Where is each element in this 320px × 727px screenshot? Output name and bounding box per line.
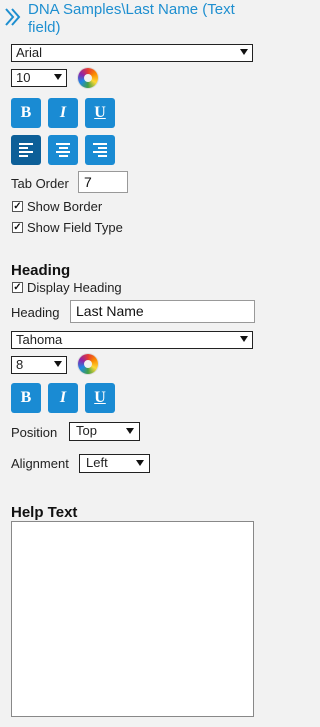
bold-button[interactable]: B bbox=[11, 98, 41, 128]
color-picker-icon[interactable] bbox=[78, 68, 98, 88]
align-center-button[interactable] bbox=[48, 135, 78, 165]
position-value: Top bbox=[76, 423, 97, 438]
tab-order-input[interactable]: 7 bbox=[78, 171, 128, 193]
heading-font-size-value: 8 bbox=[16, 357, 24, 372]
display-heading-label: Display Heading bbox=[27, 280, 122, 295]
heading-section-title: Heading bbox=[11, 262, 71, 279]
align-right-icon bbox=[93, 143, 107, 157]
heading-italic-button[interactable]: I bbox=[48, 383, 78, 413]
heading-color-picker-icon[interactable] bbox=[78, 354, 98, 374]
heading-font-family-select[interactable]: Tahoma bbox=[11, 331, 253, 349]
show-border-checkbox[interactable]: ✓ bbox=[12, 201, 23, 212]
chevron-down-icon bbox=[126, 428, 134, 434]
font-family-value: Arial bbox=[16, 45, 43, 60]
tab-order-label: Tab Order bbox=[11, 176, 69, 191]
show-field-type-label: Show Field Type bbox=[27, 220, 123, 235]
heading-underline-button[interactable]: U bbox=[85, 383, 115, 413]
underline-button[interactable]: U bbox=[85, 98, 115, 128]
panel-title: DNA Samples\Last Name (Text field) bbox=[28, 1, 235, 36]
font-size-value: 10 bbox=[16, 70, 31, 85]
alignment-value: Left bbox=[86, 455, 108, 470]
heading-text-input[interactable]: Last Name bbox=[70, 300, 255, 323]
chevron-down-icon bbox=[136, 460, 144, 466]
alignment-select[interactable]: Left bbox=[79, 454, 150, 473]
font-size-select[interactable]: 10 bbox=[11, 69, 67, 87]
collapse-panel-button[interactable] bbox=[3, 5, 23, 33]
double-chevron-right-icon bbox=[5, 8, 21, 26]
heading-bold-button[interactable]: B bbox=[11, 383, 41, 413]
position-select[interactable]: Top bbox=[69, 422, 140, 441]
position-label: Position bbox=[11, 425, 58, 440]
font-family-select[interactable]: Arial bbox=[11, 44, 253, 62]
align-left-button[interactable] bbox=[11, 135, 41, 165]
heading-text-label: Heading bbox=[11, 305, 60, 320]
chevron-down-icon bbox=[54, 361, 62, 367]
show-field-type-checkbox[interactable]: ✓ bbox=[12, 222, 23, 233]
display-heading-checkbox[interactable]: ✓ bbox=[12, 282, 23, 293]
heading-font-family-value: Tahoma bbox=[16, 332, 63, 347]
align-right-button[interactable] bbox=[85, 135, 115, 165]
chevron-down-icon bbox=[54, 74, 62, 80]
heading-font-size-select[interactable]: 8 bbox=[11, 356, 67, 374]
show-border-label: Show Border bbox=[27, 199, 103, 214]
chevron-down-icon bbox=[240, 49, 248, 55]
align-left-icon bbox=[19, 143, 33, 157]
help-text-title: Help Text bbox=[11, 504, 78, 521]
align-center-icon bbox=[56, 143, 70, 157]
help-text-area[interactable] bbox=[11, 521, 254, 717]
alignment-label: Alignment bbox=[11, 456, 69, 471]
italic-button[interactable]: I bbox=[48, 98, 78, 128]
chevron-down-icon bbox=[240, 336, 248, 342]
